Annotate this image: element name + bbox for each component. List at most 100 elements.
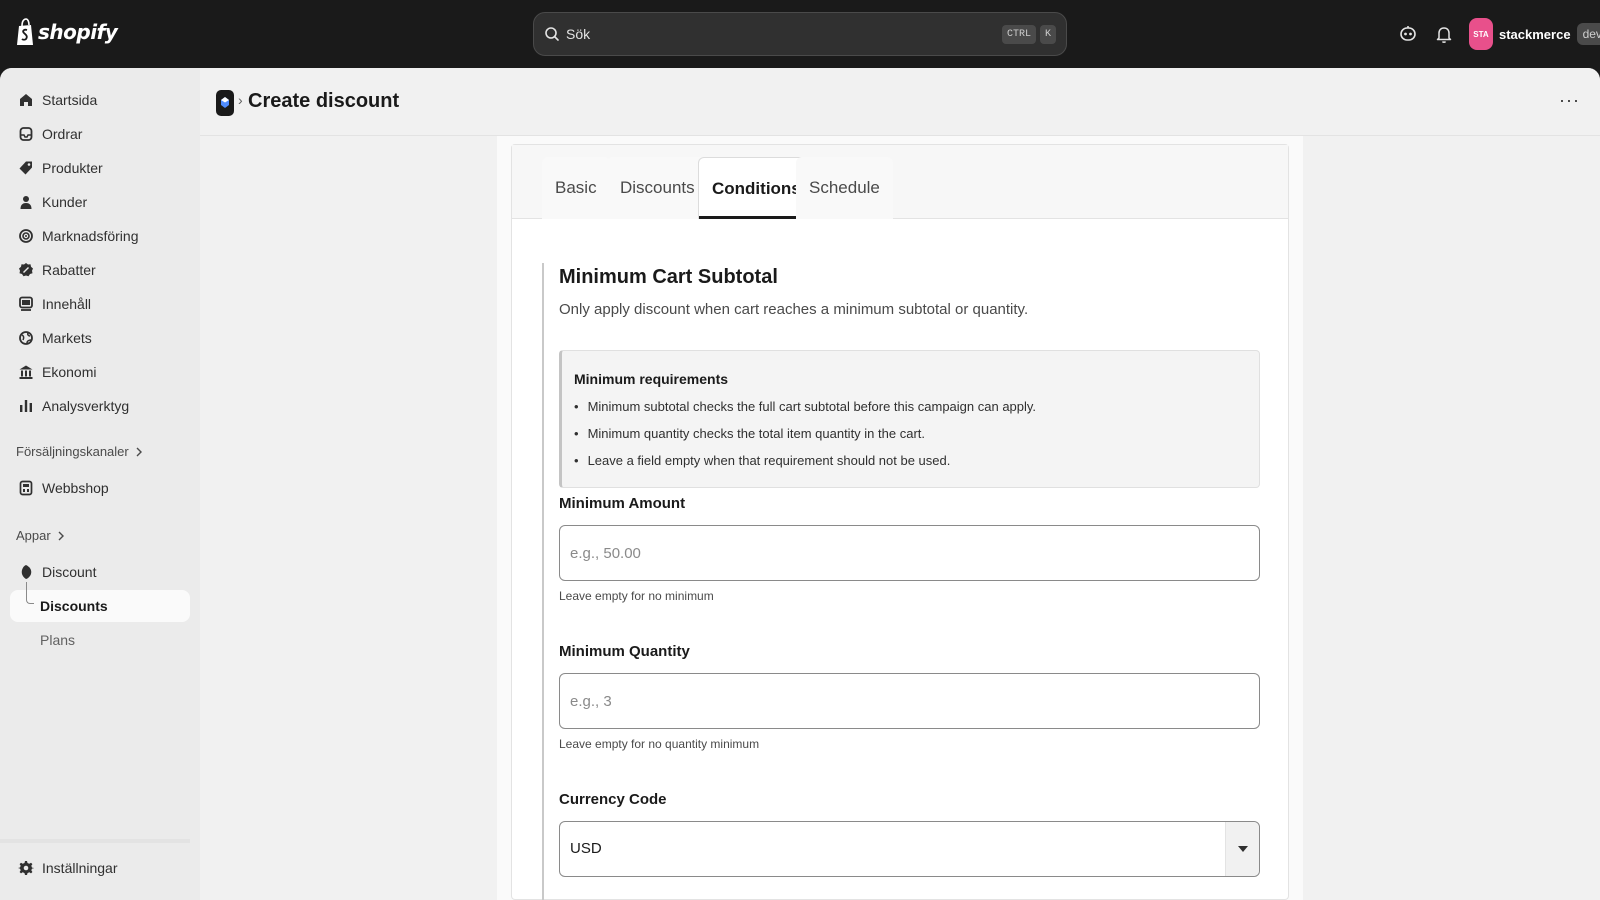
admin-shell: Startsida Ordrar Produkter Kunder Markna… [0,68,1600,900]
sidebar-item-label: Rabatter [42,262,96,278]
sidebar-item-label: Discounts [40,598,108,614]
sales-channels-label: Försäljningskanaler [16,444,129,459]
sidebar-item-kunder[interactable]: Kunder [10,186,190,218]
shopify-logo[interactable]: shopify [16,18,118,46]
gear-icon [18,861,34,875]
sidebar-item-startsida[interactable]: Startsida [10,84,190,116]
requirements-list: Minimum subtotal checks the full cart su… [574,399,1036,480]
currency-select[interactable]: USD [559,821,1260,877]
shortcut-ctrl-key: CTRL [1001,24,1036,44]
app-leaf-icon [21,565,32,579]
sidebar: Startsida Ordrar Produkter Kunder Markna… [0,68,200,900]
search-placeholder[interactable]: Sök [566,26,998,42]
list-item: Minimum subtotal checks the full cart su… [574,399,1036,426]
min-amount-help: Leave empty for no minimum [559,589,714,603]
bar-chart-icon [20,400,32,412]
sidebar-item-discount-app[interactable]: Discount [10,556,190,588]
discount-form-card: Basic Discounts Conditions Schedule Mini… [497,136,1303,900]
apps-section[interactable]: Appar [16,528,65,543]
apps-label: Appar [16,528,51,543]
sales-channels-section[interactable]: Försäljningskanaler [16,444,143,459]
inbox-icon [19,127,33,141]
sidebar-item-discounts[interactable]: Discounts [10,582,190,622]
currency-label: Currency Code [559,791,667,808]
discount-app-icon[interactable] [216,90,234,116]
sidebar-item-innehall[interactable]: Innehåll [10,288,190,320]
content-icon [19,296,33,311]
list-item: Minimum quantity checks the total item q… [574,426,1036,453]
tab-basic[interactable]: Basic [542,157,610,219]
tab-bar: Basic Discounts Conditions Schedule [512,145,1288,219]
sidebar-item-label: Inställningar [42,860,118,876]
min-amount-input[interactable] [559,525,1260,581]
store-badge: dev [1576,23,1600,45]
page-title: Create discount [248,90,400,112]
sidebar-item-markets[interactable]: Markets [10,322,190,354]
avatar: STA [1469,18,1493,50]
tab-schedule[interactable]: Schedule [796,157,893,219]
store-name: stackmerce [1499,26,1571,42]
min-amount-label: Minimum Amount [559,495,686,512]
home-icon [20,94,32,106]
tree-connector [26,582,34,604]
caret-down-icon [1237,846,1248,852]
sidebar-item-rabatter[interactable]: Rabatter [10,254,190,286]
person-icon [20,196,32,209]
target-icon [19,229,33,243]
form-panel: Basic Discounts Conditions Schedule Mini… [511,144,1289,900]
shopping-bag-icon [17,18,33,45]
sidebar-item-marknadsforing[interactable]: Marknadsföring [10,220,190,252]
sidebar-item-label: Startsida [42,92,98,108]
storefront-icon [19,480,33,496]
sidebar-item-label: Analysverktyg [42,398,130,414]
more-actions-button[interactable]: ··· [1559,90,1580,111]
sidebar-item-label: Ordrar [42,126,83,142]
sidebar-item-settings[interactable]: Inställningar [10,852,190,884]
section-title: Minimum Cart Subtotal [559,266,778,288]
tag-icon [19,161,32,175]
sidebar-item-label: Ekonomi [42,364,97,380]
requirements-callout: Minimum requirements Minimum subtotal ch… [559,350,1260,488]
min-quantity-label: Minimum Quantity [559,643,690,660]
sidebar-item-label: Produkter [42,160,103,176]
sidebar-item-label: Discount [42,564,97,580]
bell-icon[interactable] [1434,24,1454,44]
conditions-section: Minimum Cart Subtotal Only apply discoun… [542,263,1260,900]
shortcut-k-key: K [1039,24,1056,44]
store-switcher[interactable]: STA stackmerce dev [1469,18,1600,50]
sidebar-item-plans[interactable]: Plans [10,624,190,656]
min-quantity-input[interactable] [559,673,1260,729]
sidebar-item-webbshop[interactable]: Webbshop [10,472,190,504]
app-badge-icon [221,97,229,108]
sidebar-divider [0,839,190,843]
search-bar[interactable]: Sök CTRL K [533,12,1067,56]
requirements-title: Minimum requirements [574,371,729,387]
page-header: › Create discount ··· [200,68,1600,136]
min-quantity-help: Leave empty for no quantity minimum [559,737,760,751]
assistant-icon[interactable] [1398,24,1418,44]
bank-icon [19,365,33,379]
breadcrumb-separator: › [238,92,243,108]
top-bar: shopify Sök CTRL K STA stackmerce dev [0,0,1600,68]
dropdown-toggle[interactable] [1225,822,1259,876]
sidebar-item-analysverktyg[interactable]: Analysverktyg [10,390,190,422]
search-icon [545,27,559,41]
tab-discounts[interactable]: Discounts [607,157,708,219]
logo-wordmark: shopify [38,20,118,44]
sidebar-item-label: Webbshop [42,480,109,496]
chevron-right-icon [136,447,142,456]
sidebar-item-label: Kunder [42,194,88,210]
currency-value: USD [570,840,602,857]
sidebar-item-ekonomi[interactable]: Ekonomi [10,356,190,388]
sidebar-item-label: Marknadsföring [42,228,139,244]
sidebar-item-ordrar[interactable]: Ordrar [10,118,190,150]
section-description: Only apply discount when cart reaches a … [559,301,1029,318]
sidebar-item-produkter[interactable]: Produkter [10,152,190,184]
sidebar-item-label: Markets [42,330,92,346]
list-item: Leave a field empty when that requiremen… [574,453,1036,480]
chevron-right-icon [58,531,64,540]
discount-icon [19,263,33,277]
sidebar-item-label: Innehåll [42,296,92,312]
globe-icon [19,331,33,345]
sidebar-item-label: Plans [40,632,76,648]
